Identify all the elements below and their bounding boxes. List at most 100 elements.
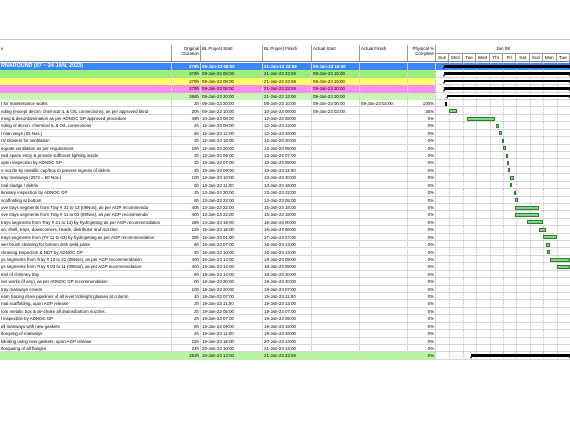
- cell-activity-name[interactable]: ove trays segments from Tray # 11 to 03 …: [0, 211, 172, 219]
- cell-actual-start[interactable]: [312, 129, 360, 138]
- table-row[interactable]: wer brush cleaning for bottom dish weld …: [0, 241, 570, 249]
- cell-activity-name[interactable]: cleaning inspection & NDT by ADNOC GP: [0, 248, 172, 256]
- cell-actual-start[interactable]: [312, 174, 360, 182]
- cell-duration[interactable]: 40h: [172, 211, 201, 219]
- cell-physical-complete[interactable]: [408, 92, 436, 101]
- cell-duration[interactable]: 0h: [172, 278, 201, 286]
- cell-activity-name[interactable]: tray manways covers: [0, 285, 172, 293]
- cell-activity-name[interactable]: [0, 92, 172, 101]
- cell-actual-start[interactable]: [312, 285, 360, 293]
- cell-bl-project-finish[interactable]: 12-Jan-23 12:00: [263, 122, 312, 130]
- cell-actual-start[interactable]: 09-Jan-23 02:00: [312, 107, 360, 115]
- cell-activity-name[interactable]: ys segments from Tray # 13 to 21 (09Nos)…: [0, 255, 172, 264]
- cell-bl-project-start[interactable]: 16-Jan-23 07:00: [201, 241, 263, 249]
- table-row[interactable]: n nozzle by metallic cap/box to prevent …: [0, 166, 570, 175]
- cell-duration[interactable]: 2h: [172, 189, 201, 197]
- cell-duration[interactable]: 6h: [172, 270, 201, 279]
- cell-bl-project-start[interactable]: 13-Jan-23 11:00: [201, 181, 263, 190]
- cell-activity-name[interactable]: open inspection by ADNOC GP: [0, 159, 172, 167]
- task-bar[interactable]: [505, 153, 508, 158]
- cell-actual-start[interactable]: [312, 255, 360, 264]
- cell-physical-complete[interactable]: 0%: [408, 270, 436, 279]
- cell-activity-name[interactable]: trays segments from Tray # 21 to 13) by …: [0, 218, 172, 227]
- cell-bl-project-start[interactable]: 19-Jan-23 18:00: [201, 337, 263, 345]
- cell-duration[interactable]: 2h: [172, 300, 201, 308]
- table-row[interactable]: trays segments from (T# 11 to 03) by hyd…: [0, 233, 570, 242]
- cell-activity-name[interactable]: trays segments from (T# 11 to 03) by hyd…: [0, 233, 172, 242]
- cell-bl-project-finish[interactable]: 19-Jan-23 18:00: [263, 330, 312, 338]
- cell-physical-complete[interactable]: 0%: [408, 137, 436, 145]
- cell-activity-name[interactable]: [0, 85, 172, 93]
- cell-actual-start[interactable]: [312, 344, 360, 353]
- table-row[interactable]: eam tracing drain pipelines of all level…: [0, 293, 570, 301]
- cell-activity-name[interactable]: [0, 352, 172, 360]
- cell-physical-complete[interactable]: 0%: [408, 233, 436, 242]
- cell-actual-finish[interactable]: [360, 307, 408, 316]
- cell-bl-project-finish[interactable]: 21-Jan-23 23:59: [263, 63, 312, 71]
- cell-actual-finish[interactable]: [360, 174, 408, 182]
- cell-duration[interactable]: 279h: [172, 70, 201, 78]
- task-bar[interactable]: [515, 205, 540, 210]
- cell-bl-project-finish[interactable]: 19-Jan-23 15:00: [263, 322, 312, 331]
- cell-bl-project-start[interactable]: 13-Jan-23 20:00: [201, 189, 263, 197]
- col-header-actual-start[interactable]: Actual Start: [312, 45, 360, 62]
- cell-activity-name[interactable]: l inspection by ADNOC GP: [0, 315, 172, 323]
- cell-actual-start[interactable]: 09-Jan-23 15:00: [312, 63, 360, 71]
- cell-activity-name[interactable]: tom metalic box & de-choke all drains/bo…: [0, 307, 172, 316]
- cell-bl-project-finish[interactable]: 21-Jan-23 12:00: [263, 92, 312, 101]
- cell-bl-project-finish[interactable]: 10-Jan-23 08:00: [263, 107, 312, 115]
- cell-actual-start[interactable]: [312, 166, 360, 175]
- cell-bl-project-finish[interactable]: 13-Jan-23 11:00: [263, 166, 312, 175]
- cell-actual-finish[interactable]: [360, 233, 408, 242]
- cell-bl-project-start[interactable]: 09-Jan-23 08:00: [201, 63, 263, 71]
- cell-physical-complete[interactable]: 0%: [408, 300, 436, 308]
- cell-actual-start[interactable]: [312, 300, 360, 308]
- cell-duration[interactable]: 6h: [172, 129, 201, 138]
- table-row[interactable]: liminary inspection by ADNOC GP 2h 13-Jan-…: [0, 189, 570, 197]
- cell-duration[interactable]: 2h: [172, 159, 201, 167]
- milestone-mark[interactable]: [445, 101, 448, 106]
- cell-duration[interactable]: 2h: [172, 315, 201, 323]
- cell-bl-project-start[interactable]: 19-Jan-23 07:00: [201, 315, 263, 323]
- cell-physical-complete[interactable]: 0%: [408, 166, 436, 175]
- cell-activity-name[interactable]: n nozzle by metallic cap/box to prevent …: [0, 166, 172, 175]
- cell-bl-project-start[interactable]: 09-Jan-23 08:00: [201, 70, 263, 78]
- cell-activity-name[interactable]: ming & decontamination as per ADNOC GP a…: [0, 114, 172, 123]
- task-bar[interactable]: [539, 227, 546, 232]
- cell-bl-project-finish[interactable]: 16-Jan-23 14:00: [263, 241, 312, 249]
- cell-activity-name[interactable]: ltorqueing of all flanges: [0, 344, 172, 353]
- cell-duration[interactable]: 40h: [172, 203, 201, 212]
- cell-actual-finish[interactable]: [360, 293, 408, 301]
- cell-actual-finish[interactable]: [360, 300, 408, 308]
- cell-bl-project-finish[interactable]: 19-Jan-23 13:00: [263, 300, 312, 308]
- cell-bl-project-finish[interactable]: 15-Jan-23 18:00: [263, 203, 312, 212]
- cell-bl-project-start[interactable]: 16-Jan-23 10:00: [201, 248, 263, 256]
- cell-actual-start[interactable]: [312, 203, 360, 212]
- cell-actual-start[interactable]: [312, 233, 360, 242]
- table-row[interactable]: ell manways with new gaskets 6h 19-Jan-23 …: [0, 322, 570, 331]
- cell-bl-project-start[interactable]: 13-Jan-23 22:00: [201, 203, 263, 212]
- table-row[interactable]: 279h 09-Jan-23 08:00 21-Jan-23 23:59 09-Jan…: [0, 70, 570, 78]
- cell-duration[interactable]: 253h: [172, 352, 201, 360]
- table-row[interactable]: ltorqueing of all flanges 24h 20-Jan-23 10…: [0, 344, 570, 353]
- cell-duration[interactable]: 16h: [172, 144, 201, 152]
- cell-actual-start[interactable]: [312, 144, 360, 152]
- cell-duration[interactable]: 6h: [172, 181, 201, 190]
- table-row[interactable]: l man ways (25 Nos.) 6h 12-Jan-23 12:00 12-…: [0, 129, 570, 138]
- col-header-project-finish[interactable]: BL Project Finish: [263, 45, 312, 62]
- cell-actual-start[interactable]: [312, 322, 360, 331]
- cell-actual-start[interactable]: [312, 159, 360, 167]
- cell-bl-project-start[interactable]: 13-Jan-23 09:00: [201, 166, 263, 175]
- cell-activity-name[interactable]: ned space entry & provide sufficient lig…: [0, 152, 172, 160]
- cell-bl-project-start[interactable]: 13-Jan-23 22:00: [201, 196, 263, 204]
- cell-physical-complete[interactable]: 0%: [408, 174, 436, 182]
- cell-bl-project-finish[interactable]: 21-Jan-23 12:00: [263, 344, 312, 353]
- cell-actual-finish[interactable]: [360, 114, 408, 123]
- cell-duration[interactable]: 28h: [172, 233, 201, 242]
- cell-activity-name[interactable]: nding (except decon. chemical IL & O/L c…: [0, 107, 172, 115]
- cell-physical-complete[interactable]: 0%: [408, 129, 436, 138]
- cell-physical-complete[interactable]: 0%: [408, 322, 436, 331]
- task-bar[interactable]: [515, 212, 540, 217]
- cell-physical-complete[interactable]: 0%: [408, 263, 436, 271]
- task-bar[interactable]: [527, 220, 544, 225]
